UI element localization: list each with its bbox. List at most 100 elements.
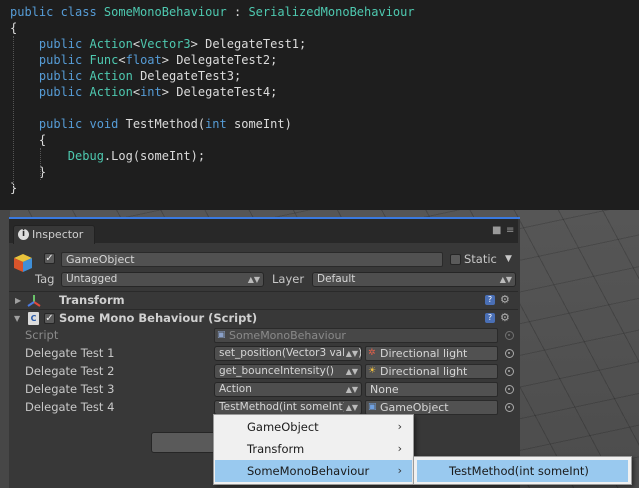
code-token: public class [10,5,104,19]
method-value: set_position(Vector3 value) [219,347,362,359]
layer-label: Layer [272,272,305,286]
component-title: Some Mono Behaviour (Script) [59,311,258,325]
dropdown-arrow-icon: ▲▼ [343,401,358,414]
target-value: None [370,383,399,396]
code-token: Action [89,37,133,51]
code-token: someInt) [226,117,292,131]
object-picker-icon[interactable] [505,349,514,358]
code-token: < [118,53,126,67]
code-token: Debug [67,149,104,163]
method-value: get_bounceIntensity() [219,365,335,377]
light-icon: ☀ [368,366,377,376]
delegate-row: Delegate Test 1 set_position(Vector3 valu… [9,344,518,362]
code-token: DelegateTest3; [132,69,242,83]
menu-item-testmethod[interactable]: TestMethod(int someInt) [417,460,628,482]
code-token: { [10,133,47,147]
static-dropdown-arrow[interactable]: ▼ [505,250,512,268]
delegate-label: Delegate Test 3 [25,382,115,396]
menu-item-transform[interactable]: Transform › [215,438,412,460]
code-token: public [10,85,90,99]
lock-icon[interactable]: ■ [492,225,501,236]
menu-icon[interactable]: ≡ [506,225,514,236]
delegate-method-dropdown[interactable]: set_position(Vector3 value) ▲▼ [214,346,362,361]
object-picker-icon[interactable] [505,367,514,376]
delegate-label: Delegate Test 4 [25,400,115,414]
code-token: : [226,5,249,19]
transform-icon: ✲ [368,348,376,358]
delegate-target-field[interactable]: ☀ Directional light [365,364,498,379]
foldout-down-icon[interactable]: ▼ [14,310,20,327]
delegate-method-dropdown[interactable]: get_bounceIntensity() ▲▼ [214,364,362,379]
info-icon: i [18,229,29,240]
component-header[interactable]: ▼ C ✓ Some Mono Behaviour (Script) ? ⚙ [9,309,518,327]
code-token: Func [89,53,119,67]
delegate-target-menu: GameObject › Transform › SomeMonoBehavio… [213,414,414,485]
code-token: .Log(someInt); [103,149,206,163]
tab-inspector[interactable]: i Inspector [13,225,95,244]
indent-guide [13,36,14,186]
transform-icon [27,295,41,307]
code-editor: public class SomeMonoBehaviour : Seriali… [0,0,639,210]
delegate-label: Delegate Test 1 [25,346,115,360]
dropdown-arrow-icon: ▲▼ [247,275,260,284]
menu-item-label: GameObject [247,420,319,434]
gameobject-icon: ▣ [368,402,377,412]
code-token: public [10,37,90,51]
transform-header[interactable]: ▶ Transform ? ⚙ [9,291,518,309]
script-file-icon: ▣ [217,330,226,340]
delegate-target-field[interactable]: ▣ GameObject [365,400,498,415]
menu-item-label: SomeMonoBehaviour [247,464,370,478]
inspector-tab-bar: i Inspector ■ ≡ [9,219,518,244]
code-token: > DelegateTest2; [161,53,278,67]
target-value: Directional light [380,347,468,360]
tab-label: Inspector [32,228,84,241]
code-token: SerializedMonoBehaviour [248,5,415,19]
delegate-method-dropdown[interactable]: Action ▲▼ [214,382,362,397]
object-name-field[interactable]: GameObject [61,252,443,267]
gameobject-cube-icon [13,253,33,273]
component-enabled-checkbox[interactable]: ✓ [44,313,55,324]
chevron-right-icon: › [397,464,402,477]
indent-guide [40,148,41,180]
add-component-button[interactable] [151,432,221,453]
script-row: Script ▣ SomeMonoBehaviour [9,326,518,344]
tag-dropdown[interactable]: Untagged ▲▼ [61,272,264,287]
script-label: Script [25,328,59,342]
method-submenu: TestMethod(int someInt) [413,456,632,485]
help-icon[interactable]: ? [485,313,495,323]
object-picker-icon[interactable] [505,385,514,394]
tag-value: Untagged [66,273,118,285]
gear-icon[interactable]: ⚙ [500,294,510,306]
tag-label: Tag [35,272,55,286]
chevron-right-icon: › [397,420,402,433]
code-token: int [140,85,162,99]
menu-item-label: Transform [247,442,305,456]
layer-dropdown[interactable]: Default ▲▼ [312,272,516,287]
static-label: Static [464,252,497,266]
object-picker-icon[interactable] [505,403,514,412]
object-picker-icon [505,331,514,340]
help-icon[interactable]: ? [485,295,495,305]
static-checkbox[interactable] [450,254,461,265]
delegate-target-field[interactable]: ✲ Directional light [365,346,498,361]
code-token: < [132,37,141,51]
chevron-right-icon: › [397,442,402,455]
dropdown-arrow-icon: ▲▼ [343,383,358,396]
code-token: { [10,21,18,35]
target-value: Directional light [380,365,468,378]
delegate-target-field[interactable]: None [365,382,498,397]
code-token: > DelegateTest4; [161,85,278,99]
method-value: TestMethod(int someInt) [219,401,347,413]
transform-title: Transform [59,293,125,307]
script-icon: C [28,312,39,325]
method-value: Action [219,383,252,395]
menu-item-somemonobehaviour[interactable]: SomeMonoBehaviour › [215,460,412,482]
target-value: GameObject [380,401,449,414]
delegate-method-dropdown[interactable]: TestMethod(int someInt) ▲▼ [214,400,362,415]
foldout-right-icon[interactable]: ▶ [15,292,21,309]
menu-item-gameobject[interactable]: GameObject › [215,416,412,438]
dropdown-arrow-icon: ▲▼ [499,275,512,284]
active-checkbox[interactable]: ✓ [44,253,55,264]
gear-icon[interactable]: ⚙ [500,312,510,324]
